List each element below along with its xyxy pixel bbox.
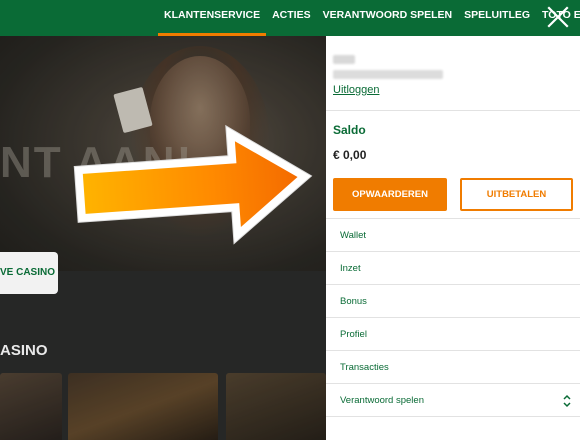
- logout-link[interactable]: Uitloggen: [333, 84, 379, 96]
- nav-item-acties[interactable]: ACTIES: [266, 0, 317, 36]
- nav-item-speluitleg[interactable]: SPELUITLEG: [458, 0, 536, 36]
- live-casino-button[interactable]: VE CASINO: [0, 252, 58, 294]
- menu-item-verantwoord-spelen[interactable]: Verantwoord spelen: [326, 384, 580, 417]
- topup-button[interactable]: OPWAARDEREN: [333, 178, 447, 211]
- arrow-pointer-icon: [73, 124, 313, 245]
- account-panel: Uitloggen Saldo € 0,00 OPWAARDEREN UITBE…: [326, 36, 580, 440]
- menu-item-bonus[interactable]: Bonus: [326, 285, 580, 318]
- menu-item-wallet[interactable]: Wallet: [326, 219, 580, 252]
- expand-chevron-icon[interactable]: [562, 393, 572, 409]
- close-icon[interactable]: [546, 5, 570, 29]
- divider: [326, 110, 580, 111]
- menu-item-profiel[interactable]: Profiel: [326, 318, 580, 351]
- top-navigation-bar: KLANTENSERVICE ACTIES VERANTWOORD SPELEN…: [0, 0, 580, 36]
- nav-item-verantwoord-spelen[interactable]: VERANTWOORD SPELEN: [317, 0, 459, 36]
- user-name-redacted: [333, 55, 355, 64]
- account-menu: Wallet Inzet Bonus Profiel Transacties V…: [326, 218, 580, 417]
- menu-item-label: Verantwoord spelen: [340, 395, 424, 406]
- menu-item-transacties[interactable]: Transacties: [326, 351, 580, 384]
- user-email-redacted: [333, 70, 443, 79]
- section-title-casino: ASINO: [0, 342, 48, 359]
- balance-label: Saldo: [333, 123, 366, 137]
- nav-item-klantenservice[interactable]: KLANTENSERVICE: [158, 0, 267, 36]
- balance-value: € 0,00: [333, 148, 367, 162]
- main-nav: KLANTENSERVICE ACTIES VERANTWOORD SPELEN…: [158, 0, 580, 36]
- payout-button[interactable]: UITBETALEN: [460, 178, 573, 211]
- menu-item-inzet[interactable]: Inzet: [326, 252, 580, 285]
